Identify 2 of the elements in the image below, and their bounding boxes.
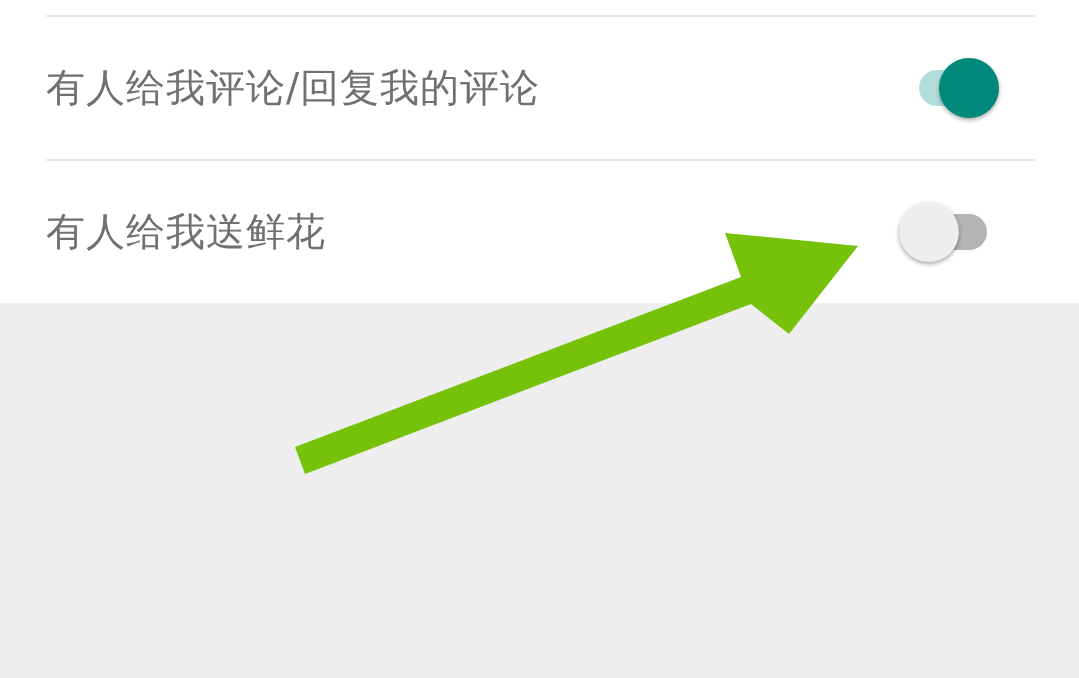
setting-label: 有人给我送鲜花	[46, 208, 326, 256]
setting-label: 有人给我评论/回复我的评论	[46, 64, 541, 112]
